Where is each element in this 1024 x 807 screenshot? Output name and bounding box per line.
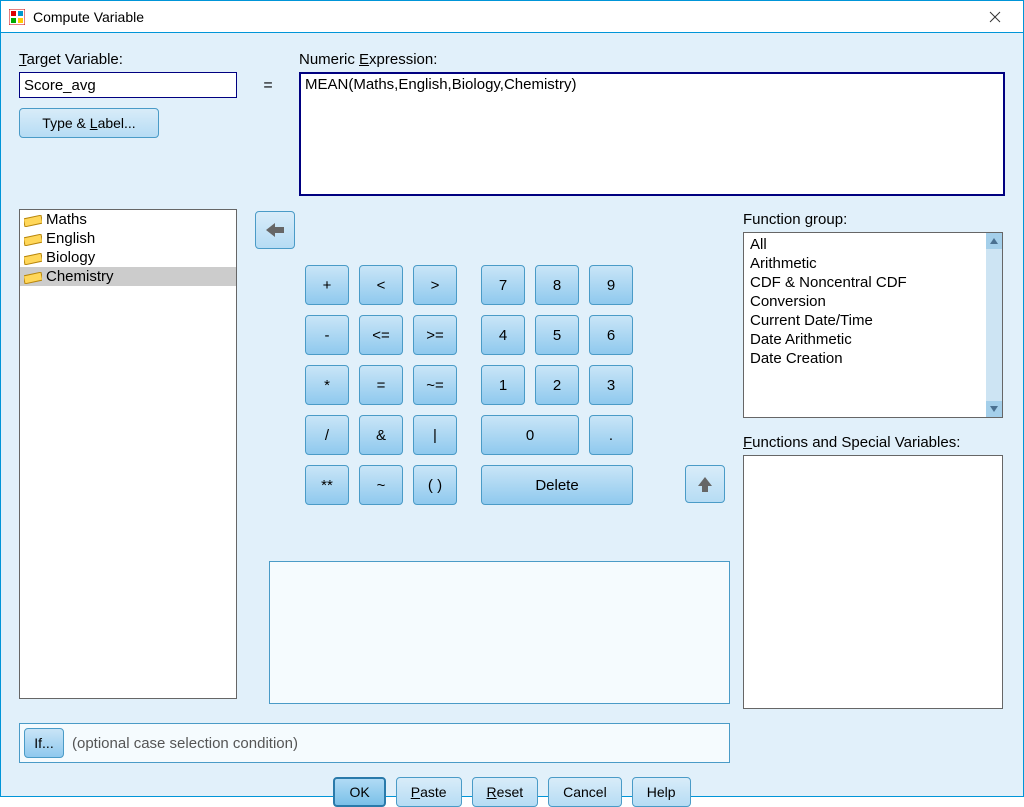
description-area — [269, 561, 730, 704]
close-button[interactable] — [975, 2, 1015, 32]
variable-name: English — [46, 230, 95, 247]
key-0[interactable]: 0 — [481, 415, 579, 455]
paste-button[interactable]: Paste — [396, 777, 462, 807]
key-1[interactable]: 1 — [481, 365, 525, 405]
variable-item[interactable]: English — [20, 229, 236, 248]
key-4[interactable]: 4 — [481, 315, 525, 355]
functions-special-list[interactable] — [743, 455, 1003, 709]
variable-name: Maths — [46, 211, 87, 228]
app-icon — [9, 9, 25, 25]
numeric-expression-input[interactable]: MEAN(Maths,English,Biology,Chemistry) — [299, 72, 1005, 196]
function-group-list[interactable]: All Arithmetic CDF & Noncentral CDF Conv… — [743, 232, 1003, 418]
type-and-label-button[interactable]: Type & Label... — [19, 108, 159, 138]
window-title: Compute Variable — [33, 9, 975, 25]
key-not[interactable]: ~ — [359, 465, 403, 505]
variable-item[interactable]: Maths — [20, 210, 236, 229]
function-group-item[interactable]: Current Date/Time — [748, 311, 998, 330]
scrollbar[interactable] — [986, 233, 1002, 417]
key-divide[interactable]: / — [305, 415, 349, 455]
key-ge[interactable]: >= — [413, 315, 457, 355]
scale-icon — [24, 271, 42, 283]
variable-list[interactable]: Maths English Biology Chemistry — [19, 209, 237, 699]
reset-button[interactable]: Reset — [472, 777, 539, 807]
function-group-item[interactable]: Conversion — [748, 292, 998, 311]
key-ne[interactable]: ~= — [413, 365, 457, 405]
key-3[interactable]: 3 — [589, 365, 633, 405]
function-group-item[interactable]: Date Creation — [748, 349, 998, 368]
function-group-item[interactable]: Arithmetic — [748, 254, 998, 273]
variable-name: Biology — [46, 249, 95, 266]
equals-sign: = — [237, 51, 299, 95]
insert-function-button[interactable] — [685, 465, 725, 503]
key-9[interactable]: 9 — [589, 265, 633, 305]
titlebar: Compute Variable — [1, 1, 1023, 33]
numeric-expression-label: Numeric Expression: — [299, 51, 1005, 68]
key-gt[interactable]: > — [413, 265, 457, 305]
keypad: + < > 7 8 9 - <= >= 4 — [305, 265, 633, 505]
function-group-item[interactable]: CDF & Noncentral CDF — [748, 273, 998, 292]
compute-variable-dialog: Compute Variable Target Variable: Type &… — [0, 0, 1024, 797]
scale-icon — [24, 214, 42, 226]
if-button[interactable]: If... — [24, 728, 64, 758]
key-or[interactable]: | — [413, 415, 457, 455]
key-8[interactable]: 8 — [535, 265, 579, 305]
variable-item[interactable]: Biology — [20, 248, 236, 267]
key-lt[interactable]: < — [359, 265, 403, 305]
key-le[interactable]: <= — [359, 315, 403, 355]
key-2[interactable]: 2 — [535, 365, 579, 405]
if-condition-row: If... (optional case selection condition… — [19, 723, 730, 763]
scroll-down-icon[interactable] — [986, 401, 1002, 417]
help-button[interactable]: Help — [632, 777, 691, 807]
key-5[interactable]: 5 — [535, 315, 579, 355]
scale-icon — [24, 252, 42, 264]
functions-special-label: Functions and Special Variables: — [743, 434, 1005, 451]
dialog-buttons: OK Paste Reset Cancel Help — [1, 777, 1023, 807]
key-plus[interactable]: + — [305, 265, 349, 305]
key-eq[interactable]: = — [359, 365, 403, 405]
variable-item[interactable]: Chemistry — [20, 267, 236, 286]
function-group-item[interactable]: All — [748, 235, 998, 254]
cancel-button[interactable]: Cancel — [548, 777, 622, 807]
key-parens[interactable]: ( ) — [413, 465, 457, 505]
scroll-up-icon[interactable] — [986, 233, 1002, 249]
key-dot[interactable]: . — [589, 415, 633, 455]
key-minus[interactable]: - — [305, 315, 349, 355]
function-group-item[interactable]: Date Arithmetic — [748, 330, 998, 349]
key-multiply[interactable]: * — [305, 365, 349, 405]
target-variable-label: Target Variable: — [19, 51, 237, 68]
key-7[interactable]: 7 — [481, 265, 525, 305]
function-group-label: Function group: — [743, 211, 1005, 228]
key-6[interactable]: 6 — [589, 315, 633, 355]
key-power[interactable]: ** — [305, 465, 349, 505]
scale-icon — [24, 233, 42, 245]
variable-name: Chemistry — [46, 268, 114, 285]
ok-button[interactable]: OK — [333, 777, 385, 807]
key-delete[interactable]: Delete — [481, 465, 633, 505]
dialog-body: Target Variable: Type & Label... = Numer… — [1, 33, 1023, 796]
move-to-expression-button[interactable] — [255, 211, 295, 249]
key-and[interactable]: & — [359, 415, 403, 455]
if-hint-text: (optional case selection condition) — [72, 735, 298, 752]
target-variable-input[interactable] — [19, 72, 237, 98]
